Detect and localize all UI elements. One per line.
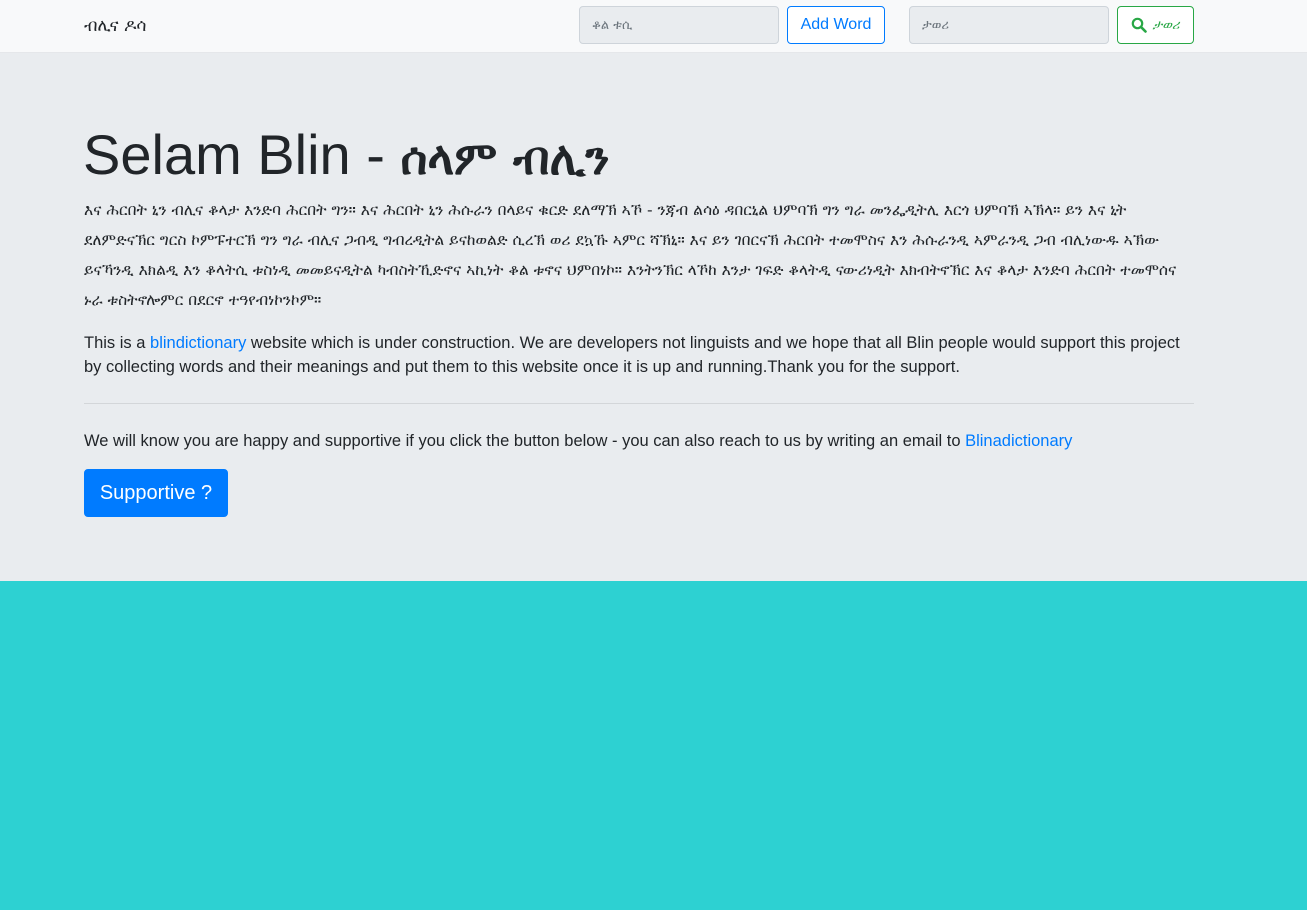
add-word-label: Add Word [800,16,872,33]
search-button[interactable]: ታወሪ [1117,6,1194,44]
word-input[interactable] [579,6,779,44]
navbar: ብሊና ዶሳ Add Word ታወሪ [0,0,1307,53]
search-button-label: ታወሪ [1152,17,1180,33]
search-input[interactable] [909,6,1109,44]
lead-suffix: website which is under construction. We … [84,334,1180,376]
add-word-button[interactable]: Add Word [787,6,885,44]
title-geez: ሰላም ብሊን [400,131,610,185]
title-latin: Selam Blin - [83,123,401,186]
blindictionary-link[interactable]: blindictionary [150,334,246,352]
divider [84,403,1194,404]
email-prefix: We will know you are happy and supportiv… [84,432,966,450]
email-link[interactable]: Blinadictionary [965,432,1072,450]
english-intro-paragraph: This is a blindictionary website which i… [84,331,1194,379]
jumbotron: Selam Blin - ሰላም ብሊን እና ሕርበት ኒን ብሊና ቆላታ … [0,53,1307,581]
supportive-button[interactable]: Supportive ? [84,469,228,517]
page-title: Selam Blin - ሰላም ብሊን [83,123,609,190]
lead-prefix: This is a [84,334,151,352]
email-paragraph: We will know you are happy and supportiv… [84,429,1072,453]
geez-intro-paragraph: እና ሕርበት ኒን ብሊና ቆላታ እንድባ ሕርበት ግን። እና ሕርበት… [84,201,1177,309]
search-icon [1132,17,1148,33]
brand-link[interactable]: ብሊና ዶሳ [84,15,146,37]
